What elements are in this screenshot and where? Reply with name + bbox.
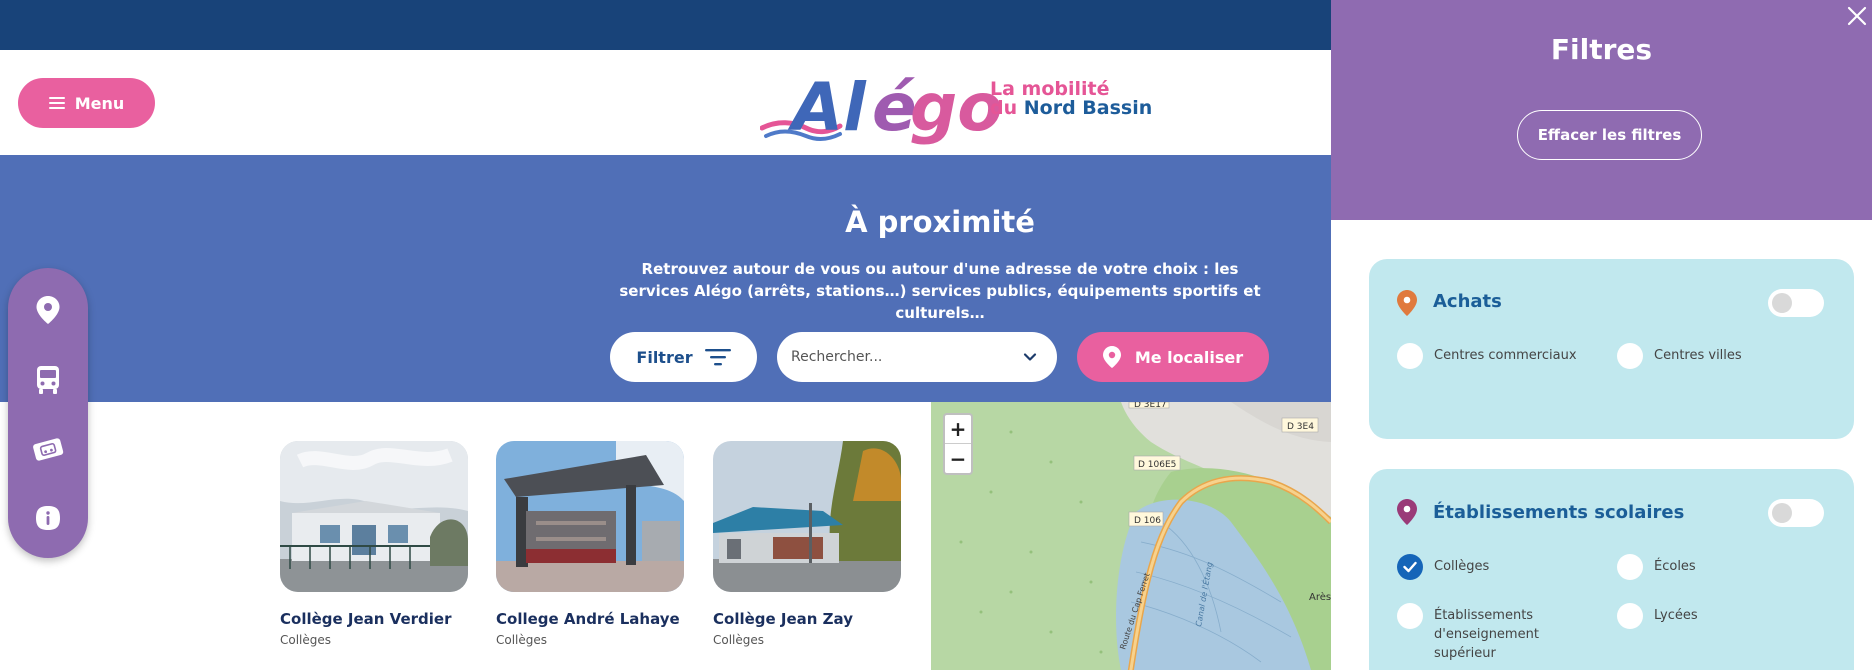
- filters-title: Filtres: [1550, 33, 1653, 66]
- map-pin-icon: [1397, 290, 1417, 316]
- map-pin-icon: [1102, 346, 1121, 368]
- tagline-nord-bassin: Nord Bassin: [1023, 97, 1153, 119]
- map-label: D 106E5: [1138, 460, 1176, 470]
- hero-section: À proximité Retrouvez autour de vous ou …: [0, 155, 1331, 402]
- menu-button[interactable]: Menu: [18, 78, 155, 128]
- checkbox[interactable]: [1397, 343, 1423, 369]
- filter-group-toggle[interactable]: [1768, 289, 1824, 317]
- nav-ticket[interactable]: [30, 431, 66, 467]
- page: Menu Al é go La mobilité du Nord Bassin …: [0, 0, 1872, 670]
- option-label: Centres commerciaux: [1434, 348, 1577, 363]
- checkbox[interactable]: [1617, 554, 1643, 580]
- locate-label: Me localiser: [1134, 347, 1244, 367]
- logo-tagline: La mobilité du Nord Bassin: [990, 80, 1152, 118]
- chevron-down-icon[interactable]: [1023, 350, 1037, 364]
- filter-group-toggle[interactable]: [1768, 499, 1824, 527]
- filter-lines-icon: [704, 349, 731, 366]
- map-zoom-control: + −: [943, 413, 973, 475]
- place-photo: [280, 441, 468, 592]
- place-name: Collège Jean Verdier: [280, 610, 452, 628]
- place-name: Collège Jean Zay: [713, 610, 853, 628]
- place-card[interactable]: College André Lahaye Collèges: [496, 441, 684, 647]
- tagline-du: du: [990, 97, 1018, 119]
- option-label: Établissements d'enseignement supérieur: [1434, 608, 1539, 661]
- svg-text:Al: Al: [787, 69, 867, 146]
- place-category: Collèges: [713, 633, 765, 647]
- filter-group-title: Achats: [1433, 291, 1502, 312]
- filter-option[interactable]: Établissements d'enseignement supérieur: [1397, 603, 1597, 663]
- checkbox[interactable]: [1397, 603, 1423, 629]
- hamburger-icon: [48, 97, 65, 109]
- filter-option[interactable]: Écoles: [1617, 554, 1696, 580]
- option-label: Collèges: [1434, 559, 1490, 574]
- filter-button[interactable]: Filtrer: [610, 332, 757, 382]
- nav-bus[interactable]: [30, 362, 66, 398]
- map-pin-icon: [36, 296, 60, 324]
- place-card[interactable]: Collège Jean Zay Collèges: [713, 441, 901, 647]
- filter-group-achats: Achats Centres commerciaux Centres ville…: [1369, 259, 1854, 439]
- option-label: Écoles: [1654, 559, 1696, 574]
- search-input[interactable]: [791, 332, 1011, 382]
- close-icon[interactable]: [1845, 4, 1869, 28]
- locate-me-button[interactable]: Me localiser: [1077, 332, 1269, 382]
- ticket-icon: [33, 438, 64, 461]
- filter-option[interactable]: Lycées: [1617, 603, 1698, 629]
- filters-header: Filtres Effacer les filtres: [1331, 0, 1872, 220]
- place-photo: [496, 441, 684, 592]
- filter-group-title: Établissements scolaires: [1433, 502, 1685, 523]
- filter-label: Filtrer: [636, 347, 693, 367]
- info-icon: [36, 506, 60, 530]
- side-navigation: [8, 268, 88, 558]
- filter-option[interactable]: Centres commerciaux: [1397, 343, 1577, 369]
- filter-option[interactable]: Centres villes: [1617, 343, 1742, 369]
- map-label: D 106: [1134, 516, 1161, 526]
- map-label: Arès: [1309, 591, 1331, 603]
- menu-label: Menu: [74, 93, 125, 113]
- map-label: D 3E4: [1287, 422, 1314, 432]
- place-card[interactable]: Collège Jean Verdier Collèges: [280, 441, 468, 647]
- clear-filters-button[interactable]: Effacer les filtres: [1517, 110, 1702, 160]
- zoom-out-button[interactable]: −: [945, 444, 971, 473]
- tagline-line2: du Nord Bassin: [990, 99, 1152, 118]
- checkbox-checked[interactable]: [1397, 554, 1423, 580]
- svg-text:go: go: [910, 69, 1003, 146]
- filter-option[interactable]: Collèges: [1397, 554, 1489, 580]
- zoom-in-button[interactable]: +: [945, 415, 971, 444]
- bus-icon: [37, 366, 59, 394]
- check-icon: [1403, 561, 1417, 573]
- map-pin-icon: [1397, 499, 1417, 525]
- nav-map-pin[interactable]: [30, 292, 66, 328]
- map-canvas[interactable]: D 3E17 D 3E4 D 106E5 D 106 Route du Cap …: [931, 402, 1331, 670]
- place-category: Collèges: [280, 633, 332, 647]
- map-label: D 3E17: [1134, 402, 1167, 410]
- hero-description: Retrouvez autour de vous ou autour d'une…: [619, 260, 1261, 322]
- map[interactable]: D 3E17 D 3E4 D 106E5 D 106 Route du Cap …: [931, 402, 1331, 670]
- filters-panel: Filtres Effacer les filtres Achats Centr…: [1331, 0, 1872, 670]
- option-label: Lycées: [1654, 608, 1698, 623]
- header: Menu Al é go La mobilité du Nord Bassin: [0, 50, 1331, 155]
- checkbox[interactable]: [1617, 603, 1643, 629]
- place-photo: [713, 441, 901, 592]
- filter-group-etablissements-scolaires: Établissements scolaires Collèges Écoles…: [1369, 469, 1854, 670]
- search-combobox[interactable]: [777, 332, 1057, 382]
- checkbox[interactable]: [1617, 343, 1643, 369]
- place-category: Collèges: [496, 633, 548, 647]
- nav-info[interactable]: [30, 500, 66, 536]
- place-name: College André Lahaye: [496, 610, 680, 628]
- option-label: Centres villes: [1654, 348, 1742, 363]
- top-bar: [0, 0, 1331, 50]
